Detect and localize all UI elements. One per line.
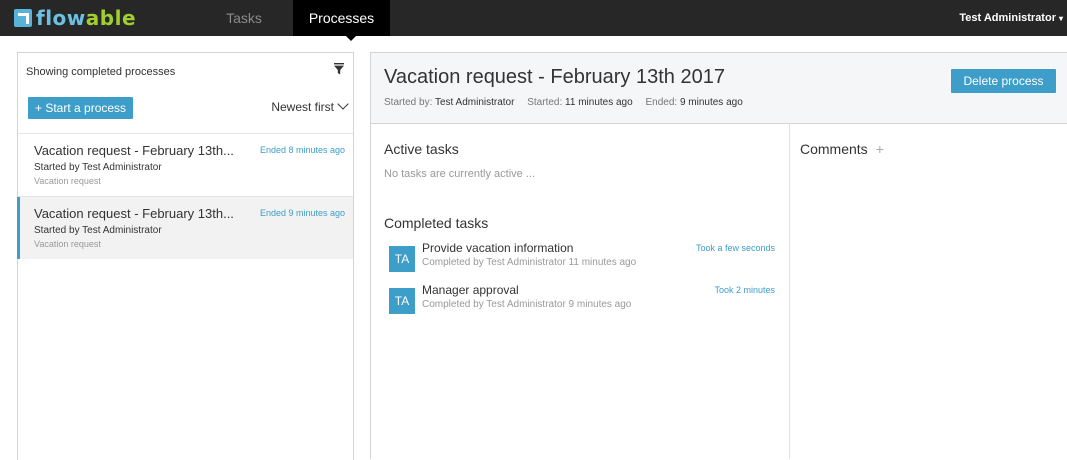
completed-task-row[interactable]: TA Provide vacation information Complete… (389, 241, 775, 277)
avatar: TA (389, 246, 415, 272)
process-item-definition: Vacation request (34, 239, 101, 249)
completed-tasks-heading: Completed tasks (384, 215, 489, 231)
process-item-started-by: Started by Test Administrator (34, 162, 162, 173)
task-duration: Took 2 minutes (714, 285, 775, 295)
process-item-started-by: Started by Test Administrator (34, 225, 162, 236)
process-list-panel: Showing completed processes + Start a pr… (17, 52, 354, 460)
comments-column: Comments + (790, 123, 1067, 459)
list-header: Showing completed processes (18, 53, 353, 97)
sort-label: Newest first (271, 100, 334, 114)
task-name: Provide vacation information (422, 241, 574, 255)
user-name: Test Administrator (959, 12, 1056, 24)
task-duration: Took a few seconds (695, 243, 775, 253)
task-completed-by: Completed by Test Administrator 11 minut… (422, 257, 637, 268)
process-list-item-selected[interactable]: Vacation request - February 13th... Ende… (17, 196, 353, 259)
process-title: Vacation request - February 13th 2017 (384, 66, 725, 88)
logo-text-prefix: flow (36, 6, 86, 30)
delete-process-button[interactable]: Delete process (951, 69, 1056, 93)
list-toolbar: + Start a process Newest first (18, 97, 353, 133)
nav-tab-tasks[interactable]: Tasks (206, 0, 282, 36)
completed-task-row[interactable]: TA Manager approval Completed by Test Ad… (389, 283, 775, 319)
process-meta: Started by: Test Administrator Started: … (384, 97, 743, 108)
process-item-title: Vacation request - February 13th... (34, 143, 234, 158)
start-process-button[interactable]: + Start a process (28, 97, 134, 119)
started-by-value: Test Administrator (434, 97, 515, 108)
process-item-ended: Ended 8 minutes ago (259, 145, 345, 155)
process-detail-panel: Vacation request - February 13th 2017 St… (370, 52, 1067, 459)
process-item-definition: Vacation request (34, 176, 101, 186)
active-tasks-heading: Active tasks (384, 141, 459, 157)
ended-value: 9 minutes ago (679, 97, 743, 108)
task-completed-by: Completed by Test Administrator 9 minute… (422, 299, 632, 310)
top-navbar: flowable Tasks Processes Test Administra… (0, 0, 1067, 36)
process-item-title: Vacation request - February 13th... (34, 206, 234, 221)
flowable-logo[interactable]: flowable (14, 5, 136, 31)
filter-icon[interactable] (333, 63, 345, 75)
tasks-column: Active tasks No tasks are currently acti… (371, 123, 790, 459)
active-tab-pointer (346, 36, 356, 41)
process-item-ended: Ended 9 minutes ago (259, 208, 345, 218)
started-by-label: Started by: (384, 97, 433, 108)
started-label: Started: (527, 97, 563, 108)
ended-label: Ended: (645, 97, 678, 108)
process-list-item[interactable]: Vacation request - February 13th... Ende… (18, 133, 353, 196)
comments-title: Comments (800, 141, 868, 157)
caret-down-icon: ▾ (1058, 14, 1063, 23)
started-value: 11 minutes ago (565, 97, 633, 108)
sort-dropdown[interactable]: Newest first (271, 98, 349, 114)
list-filter-summary: Showing completed processes (26, 66, 176, 78)
nav-tab-processes[interactable]: Processes (293, 0, 390, 36)
user-menu[interactable]: Test Administrator ▾ (959, 0, 1067, 36)
process-detail-header: Vacation request - February 13th 2017 St… (371, 52, 1067, 124)
avatar: TA (389, 288, 415, 314)
task-name: Manager approval (422, 283, 519, 297)
comments-heading: Comments + (800, 141, 884, 157)
add-comment-icon[interactable]: + (876, 141, 884, 157)
logo-text-suffix: able (85, 6, 137, 30)
chevron-down-icon (337, 98, 349, 110)
flowable-logo-icon (14, 9, 32, 27)
no-active-tasks-text: No tasks are currently active ... (384, 168, 535, 180)
